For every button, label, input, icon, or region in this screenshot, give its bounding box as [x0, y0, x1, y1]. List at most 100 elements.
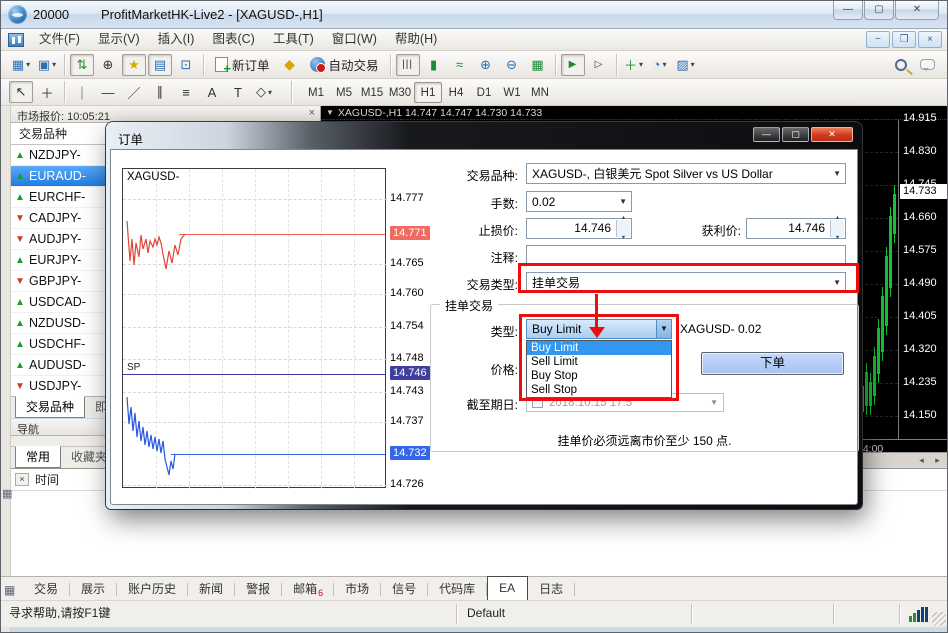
crosshair-tool-icon[interactable]: ＋	[35, 81, 59, 103]
new-chart-icon[interactable]: ▦▾	[9, 54, 33, 76]
minimize-button[interactable]: —	[833, 1, 863, 20]
favorites-icon[interactable]: ★	[122, 54, 146, 76]
timeframe-button[interactable]: M15	[358, 82, 386, 103]
menu-item[interactable]: 插入(I)	[149, 29, 204, 50]
line-chart-icon[interactable]: ≈	[448, 54, 472, 76]
trendline-icon[interactable]: ／	[122, 81, 146, 103]
zoom-in-icon[interactable]: ⊕	[474, 54, 498, 76]
volume-select[interactable]: 0.02 ▼	[526, 191, 632, 212]
crosshair-window-icon[interactable]: ⊕	[96, 54, 120, 76]
profile-name[interactable]: Default	[467, 601, 505, 626]
expert-advisors-icon[interactable]: ◆	[278, 54, 302, 76]
dialog-close-button[interactable]: ✕	[811, 127, 853, 142]
market-watch-icon[interactable]: ▤	[148, 54, 172, 76]
terminal-tab[interactable]: 代码库	[428, 579, 487, 600]
collapse-icon[interactable]: ▼	[326, 108, 334, 117]
profiles-icon[interactable]: ▣▾	[35, 54, 59, 76]
price-tick: 14.765	[390, 256, 424, 270]
timeframe-button[interactable]: H4	[442, 82, 470, 103]
search-icon[interactable]	[889, 54, 913, 76]
take-profit-stepper[interactable]: 14.746 ▲▼	[746, 218, 846, 239]
chart-shift-icon[interactable]: ▷	[587, 54, 611, 76]
dialog-maximize-button[interactable]: ▢	[782, 127, 809, 142]
periods-icon[interactable]: ◔▾	[648, 54, 672, 76]
stop-loss-stepper[interactable]: 14.746 ▲▼	[526, 218, 632, 239]
minimized-window-icon[interactable]: ▦	[2, 487, 14, 502]
data-window-icon[interactable]: ⊡	[174, 54, 198, 76]
dialog-minimize-button[interactable]: —	[753, 127, 780, 142]
terminal-tab[interactable]: 账户历史	[117, 579, 188, 600]
new-order-button[interactable]: 新订单	[208, 53, 277, 77]
order-summary: XAGUSD- 0.02	[680, 322, 761, 336]
timeframe-button[interactable]: M30	[386, 82, 414, 103]
menu-item[interactable]: 帮助(H)	[386, 29, 446, 50]
menu-item[interactable]: 窗口(W)	[323, 29, 386, 50]
direction-icon: ▼	[11, 381, 29, 392]
new-order-icon	[215, 57, 228, 72]
auto-scroll-icon[interactable]: ▶	[561, 54, 585, 76]
symbol-select[interactable]: XAGUSD-, 白银美元 Spot Silver vs US Dollar ▼	[526, 163, 846, 184]
price-tick: 14.830	[903, 145, 937, 157]
scroll-right-icon[interactable]: ▸	[930, 454, 945, 466]
tile-windows-icon[interactable]: ▦	[526, 54, 550, 76]
text-tool-icon[interactable]: A	[200, 81, 224, 103]
navigator-tab[interactable]: 常用	[15, 446, 61, 468]
price-scale-divider	[898, 120, 899, 439]
tick-chart-icon[interactable]: ⇅	[70, 54, 94, 76]
terminal-close-icon[interactable]: ×	[15, 473, 29, 486]
spinner-arrows-icon[interactable]: ▲▼	[830, 220, 844, 237]
vertical-line-icon[interactable]: ｜	[70, 81, 94, 103]
terminal-tab[interactable]: 日志	[528, 579, 575, 600]
terminal-tab[interactable]: EA	[487, 576, 528, 600]
terminal-tab[interactable]: 信号	[381, 579, 428, 600]
timeframe-button[interactable]: M1	[302, 82, 330, 103]
terminal-tab[interactable]: 警报	[235, 579, 282, 600]
menu-item[interactable]: 图表(C)	[203, 29, 263, 50]
market-watch-tab[interactable]: 交易品种	[15, 396, 85, 418]
timeframe-button[interactable]: W1	[498, 82, 526, 103]
market-watch-close-icon[interactable]: ×	[309, 107, 315, 119]
templates-icon[interactable]: ▨▾	[674, 54, 698, 76]
auto-trading-icon	[310, 57, 325, 72]
maximize-button[interactable]: ▢	[864, 1, 894, 20]
text-label-icon[interactable]: T	[226, 81, 250, 103]
menu-item[interactable]: 显示(V)	[89, 29, 149, 50]
fibonacci-icon[interactable]: ≡	[174, 81, 198, 103]
arrows-tool-icon[interactable]: ◇▾	[252, 81, 276, 103]
comment-input[interactable]	[526, 245, 846, 265]
zoom-out-icon[interactable]: ⊖	[500, 54, 524, 76]
terminal-tab[interactable]: 新闻	[188, 579, 235, 600]
trade-type-label: 交易类型:	[428, 276, 518, 293]
window-title: ProfitMarketHK-Live2 - [XAGUSD-,H1]	[101, 7, 323, 22]
resize-grip[interactable]	[932, 612, 946, 626]
drawing-toolbar: ↖ ＋ ｜ — ／ ∥ ≡ A T ◇▾ M1M5M15M30H1H4D1W1M…	[1, 79, 947, 106]
terminal-tab[interactable]: 市场	[334, 579, 381, 600]
mdi-minimize-button[interactable]: −	[866, 31, 890, 48]
menu-item[interactable]: 工具(T)	[264, 29, 323, 50]
candlestick-chart-icon[interactable]: ▮	[422, 54, 446, 76]
spinner-arrows-icon[interactable]: ▲▼	[616, 220, 630, 237]
indicators-icon[interactable]: ＋▾	[622, 54, 646, 76]
terminal-tab[interactable]: 交易	[23, 579, 70, 600]
auto-trading-button[interactable]: 自动交易	[303, 53, 386, 77]
horizontal-line-icon[interactable]: —	[96, 81, 120, 103]
mdi-restore-button[interactable]: ❐	[892, 31, 916, 48]
scroll-left-icon[interactable]: ◂	[914, 454, 929, 466]
timeframe-button[interactable]: M5	[330, 82, 358, 103]
timeframe-button[interactable]: MN	[526, 82, 554, 103]
terminal-tab[interactable]: 展示	[70, 579, 117, 600]
channel-icon[interactable]: ∥	[148, 81, 172, 103]
mdi-close-button[interactable]: ×	[918, 31, 942, 48]
price-tick: 14.490	[903, 277, 937, 289]
terminal-tab[interactable]: 邮箱6	[282, 579, 334, 600]
timeframe-button[interactable]: H1	[414, 82, 442, 103]
timeframe-button[interactable]: D1	[470, 82, 498, 103]
place-order-button[interactable]: 下单	[701, 352, 844, 375]
chart-document-icon[interactable]	[8, 33, 24, 47]
bar-chart-icon[interactable]: |||	[396, 54, 420, 76]
menu-item[interactable]: 文件(F)	[30, 29, 89, 50]
price-tick: 14.320	[903, 343, 937, 355]
close-button[interactable]: ✕	[895, 1, 939, 20]
cursor-tool-icon[interactable]: ↖	[9, 81, 33, 103]
chat-icon[interactable]	[915, 54, 939, 76]
